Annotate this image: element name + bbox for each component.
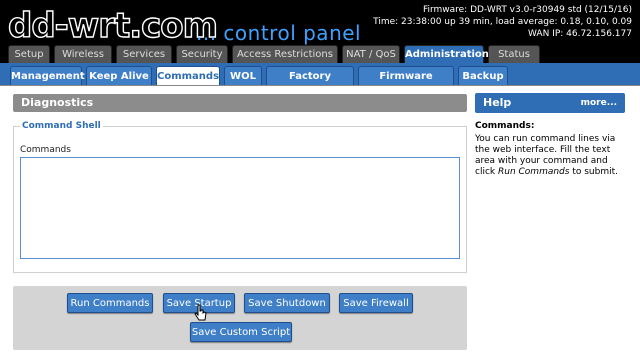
run-commands-button[interactable]: Run Commands: [67, 293, 153, 313]
tab-access-restrictions[interactable]: Access Restrictions: [232, 45, 338, 63]
diagnostics-title: Diagnostics: [21, 96, 94, 109]
subtab-commands[interactable]: Commands: [156, 66, 220, 85]
uptime-info: Time: 23:38:00 up 39 min, load average: …: [373, 17, 632, 27]
subtab-factory-defaults[interactable]: Factory Defaults: [266, 66, 354, 101]
tab-administration[interactable]: Administration: [404, 45, 489, 63]
button-area: Run Commands Save Startup Save Shutdown …: [13, 286, 467, 350]
tab-status[interactable]: Status: [488, 45, 540, 63]
system-info: Firmware: DD-WRT v3.0-r30949 std (12/15/…: [373, 4, 632, 40]
command-shell-legend: Command Shell: [20, 121, 103, 131]
tab-services[interactable]: Services: [116, 45, 172, 63]
firmware-info: Firmware: DD-WRT v3.0-r30949 std (12/15/…: [422, 5, 632, 15]
commands-label: Commands: [20, 145, 71, 155]
save-custom-script-button[interactable]: Save Custom Script: [190, 322, 292, 342]
help-text-part2: to submit.: [569, 167, 618, 177]
save-shutdown-button[interactable]: Save Shutdown: [244, 293, 330, 313]
subtab-wol[interactable]: WOL: [224, 66, 262, 85]
help-text-emphasis: Run Commands: [497, 167, 570, 177]
logo-dd-wrt[interactable]: dd-wrt.com: [7, 5, 218, 46]
tab-setup[interactable]: Setup: [8, 45, 50, 63]
help-header: Help more...: [475, 93, 625, 113]
tab-nat-qos[interactable]: NAT / QoS: [342, 45, 400, 63]
help-heading: Commands:: [475, 121, 535, 131]
diagnostics-header: Diagnostics: [13, 94, 467, 112]
subtab-keep-alive[interactable]: Keep Alive: [86, 66, 152, 85]
mouse-pointer-icon: [194, 304, 207, 321]
subtab-backup[interactable]: Backup: [458, 66, 508, 85]
commands-textarea[interactable]: [20, 157, 460, 259]
help-more-link[interactable]: more...: [581, 98, 617, 108]
subtab-management[interactable]: Management: [10, 66, 85, 85]
help-title: Help: [483, 96, 512, 109]
save-firewall-button[interactable]: Save Firewall: [339, 293, 413, 313]
help-text: You can run command lines via the web in…: [475, 134, 625, 178]
wan-ip-info: WAN IP: 46.72.156.177: [528, 29, 632, 39]
tab-wireless[interactable]: Wireless: [54, 45, 112, 63]
subtab-firmware-upgrade[interactable]: Firmware Upgrade: [358, 66, 454, 101]
logo-control-panel: ... control panel: [196, 21, 362, 45]
tab-security[interactable]: Security: [176, 45, 228, 63]
